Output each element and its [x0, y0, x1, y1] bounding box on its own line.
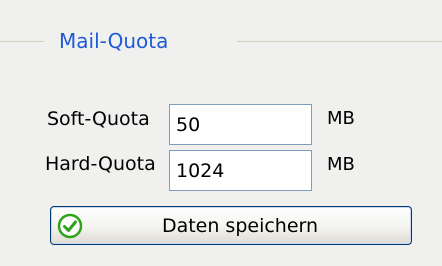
save-data-button[interactable]: Daten speichern [50, 206, 412, 245]
mail-quota-panel: Mail-Quota Soft-Quota 50 MB Hard-Quota 1… [0, 0, 442, 266]
soft-quota-unit: MB [327, 108, 355, 129]
fieldset-border-right [237, 41, 442, 42]
soft-quota-label: Soft-Quota [47, 108, 150, 130]
hard-quota-unit: MB [327, 154, 355, 175]
fieldset-border-left [0, 41, 44, 42]
save-button-label: Daten speichern [161, 215, 319, 237]
fieldset-legend: Mail-Quota [59, 29, 169, 53]
soft-quota-input[interactable]: 50 [169, 104, 312, 145]
hard-quota-label: Hard-Quota [45, 153, 156, 175]
hard-quota-input[interactable]: 1024 [169, 150, 312, 191]
